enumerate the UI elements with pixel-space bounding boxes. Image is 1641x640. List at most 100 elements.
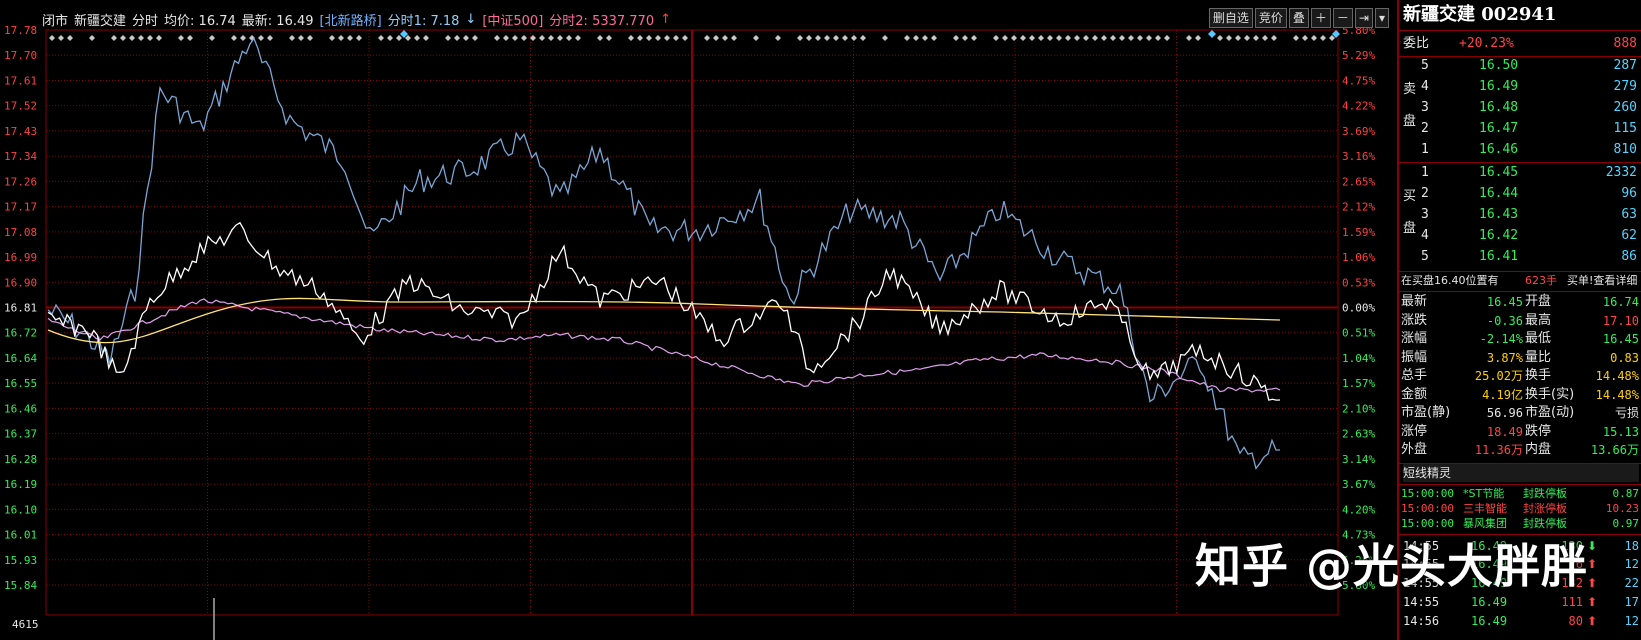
tick-volume: 80 bbox=[1539, 612, 1583, 630]
bid-volume: 63 bbox=[1621, 207, 1637, 222]
event-marker-icon bbox=[971, 35, 977, 41]
position-notice: 在买盘16.40位置有 bbox=[1401, 272, 1499, 290]
pct-tick-label: 4.75% bbox=[1342, 74, 1375, 87]
webi-label: 委比 bbox=[1403, 34, 1429, 54]
tick-count: 12 bbox=[1625, 555, 1639, 573]
event-marker-icon bbox=[557, 35, 563, 41]
genie-stock: *ST节能 bbox=[1463, 486, 1504, 501]
event-marker-icon bbox=[414, 35, 420, 41]
event-marker-icon bbox=[606, 35, 612, 41]
event-marker-icon bbox=[1065, 35, 1071, 41]
stat-label: 量比 bbox=[1525, 349, 1551, 367]
bid-price: 16.42 bbox=[1479, 228, 1518, 243]
price-tick-label: 15.93 bbox=[4, 554, 37, 567]
buy-side-label: 盘 bbox=[1403, 217, 1416, 236]
stat-label: 涨幅 bbox=[1401, 330, 1427, 348]
intraday-chart-area[interactable]: 17.78 5.80% 17.70 5.29% 17.61 4.75% 17.52 4.22%… bbox=[0, 0, 1395, 640]
price-tick-label: 17.08 bbox=[4, 226, 37, 239]
event-marker-icon bbox=[664, 35, 670, 41]
intraday-chart-svg[interactable]: 17.78 5.80%17.70 5.29%17.61 4.75%17.52 4.22%… bbox=[0, 0, 1395, 640]
price-tick-label: 17.70 bbox=[4, 49, 37, 62]
price-tick-label: 17.52 bbox=[4, 100, 37, 113]
event-marker-icon bbox=[731, 35, 737, 41]
event-marker-icon bbox=[922, 35, 928, 41]
stat-label: 开盘 bbox=[1525, 293, 1551, 311]
jump-end-icon[interactable]: ⇥ bbox=[1355, 8, 1373, 28]
price-tick-label: 15.84 bbox=[4, 579, 37, 592]
genie-time: 15:00:00 bbox=[1401, 516, 1454, 531]
position-volume: 623手 bbox=[1525, 272, 1557, 290]
event-marker-icon bbox=[347, 35, 353, 41]
event-marker-icon bbox=[1195, 35, 1201, 41]
event-marker-icon bbox=[58, 35, 64, 41]
event-marker-icon bbox=[494, 35, 500, 41]
delete-favorite-button[interactable]: 删自选 bbox=[1209, 8, 1253, 28]
stat-label: 最高 bbox=[1525, 312, 1551, 330]
price-tick-label: 17.34 bbox=[4, 150, 37, 163]
stat-label: 涨跌 bbox=[1401, 312, 1427, 330]
stat-value: 16.45 bbox=[1603, 330, 1639, 348]
event-marker-icon bbox=[1217, 35, 1223, 41]
arrow-up-icon: ⬆ bbox=[1587, 574, 1597, 592]
add-icon[interactable]: ＋ bbox=[1311, 8, 1331, 28]
latest-price: 最新: 16.49 bbox=[242, 10, 314, 29]
view-detail-link[interactable]: 买单!查看详细 bbox=[1567, 272, 1637, 290]
divider bbox=[1399, 484, 1641, 485]
ask-level: 1 bbox=[1421, 142, 1429, 157]
event-marker-icon bbox=[637, 35, 643, 41]
event-marker-icon bbox=[1293, 35, 1299, 41]
stat-label: 跌停 bbox=[1525, 423, 1551, 441]
bid-level: 4 bbox=[1421, 228, 1429, 243]
pct-tick-label: 1.06% bbox=[1342, 251, 1375, 264]
event-marker-icon bbox=[1119, 35, 1125, 41]
event-marker-icon bbox=[1029, 35, 1035, 41]
chart-toolbar: 删自选 竞价 叠 ＋ － ⇥ ▾ bbox=[1207, 8, 1389, 28]
index-label[interactable]: [中证500] bbox=[482, 10, 543, 29]
ask-volume: 287 bbox=[1614, 58, 1637, 73]
event-marker-icon bbox=[338, 35, 344, 41]
stat-value: -0.36 bbox=[1463, 312, 1523, 330]
event-marker-icon bbox=[387, 35, 393, 41]
avg-price: 均价: 16.74 bbox=[164, 10, 236, 29]
volume-tick-label: 4615 bbox=[12, 618, 39, 631]
event-marker-icon bbox=[111, 35, 117, 41]
stat-value: 16.45 bbox=[1463, 293, 1523, 311]
ask-volume: 260 bbox=[1614, 100, 1637, 115]
minus-icon[interactable]: － bbox=[1333, 8, 1353, 28]
stat-label: 振幅 bbox=[1401, 349, 1427, 367]
pct-tick-label: 3.69% bbox=[1342, 125, 1375, 138]
event-marker-icon bbox=[307, 35, 313, 41]
event-marker-icon bbox=[298, 35, 304, 41]
ask-level: 2 bbox=[1421, 121, 1429, 136]
menu-down-icon[interactable]: ▾ bbox=[1375, 8, 1389, 28]
bid-volume: 96 bbox=[1621, 186, 1637, 201]
event-marker-icon bbox=[138, 35, 144, 41]
pct-tick-label: 2.65% bbox=[1342, 175, 1375, 188]
stat-value: 11.36万 bbox=[1463, 441, 1523, 459]
bid-button[interactable]: 竞价 bbox=[1255, 8, 1287, 28]
price-tick-label: 16.37 bbox=[4, 428, 37, 441]
event-marker-icon bbox=[463, 35, 469, 41]
tick-time: 14:56 bbox=[1403, 612, 1439, 630]
event-marker-icon bbox=[445, 35, 451, 41]
event-marker-icon bbox=[673, 35, 679, 41]
event-marker-icon bbox=[882, 35, 888, 41]
compare-stock-label[interactable]: [北新路桥] bbox=[320, 10, 382, 29]
watermark: 知乎 @光头大胖胖 bbox=[1195, 530, 1588, 596]
event-marker-icon bbox=[49, 35, 55, 41]
price-tick-label: 17.17 bbox=[4, 201, 37, 214]
genie-value: 0.87 bbox=[1613, 486, 1640, 501]
up-arrow-icon: ↑ bbox=[660, 12, 671, 27]
webi-diff: 888 bbox=[1614, 34, 1637, 54]
pct-tick-label: 3.67% bbox=[1342, 478, 1375, 491]
event-marker-icon bbox=[566, 35, 572, 41]
pct-tick-label: 1.59% bbox=[1342, 226, 1375, 239]
overlay-button[interactable]: 叠 bbox=[1289, 8, 1309, 28]
event-marker-icon bbox=[521, 35, 527, 41]
genie-stock: 暴风集团 bbox=[1463, 516, 1507, 531]
pct-tick-label: 2.10% bbox=[1342, 402, 1375, 415]
stat-value: 3.87% bbox=[1463, 349, 1523, 367]
pct-tick-label: 0.00% bbox=[1342, 302, 1375, 315]
stat-value: 0.83 bbox=[1610, 349, 1639, 367]
event-marker-icon bbox=[289, 35, 295, 41]
